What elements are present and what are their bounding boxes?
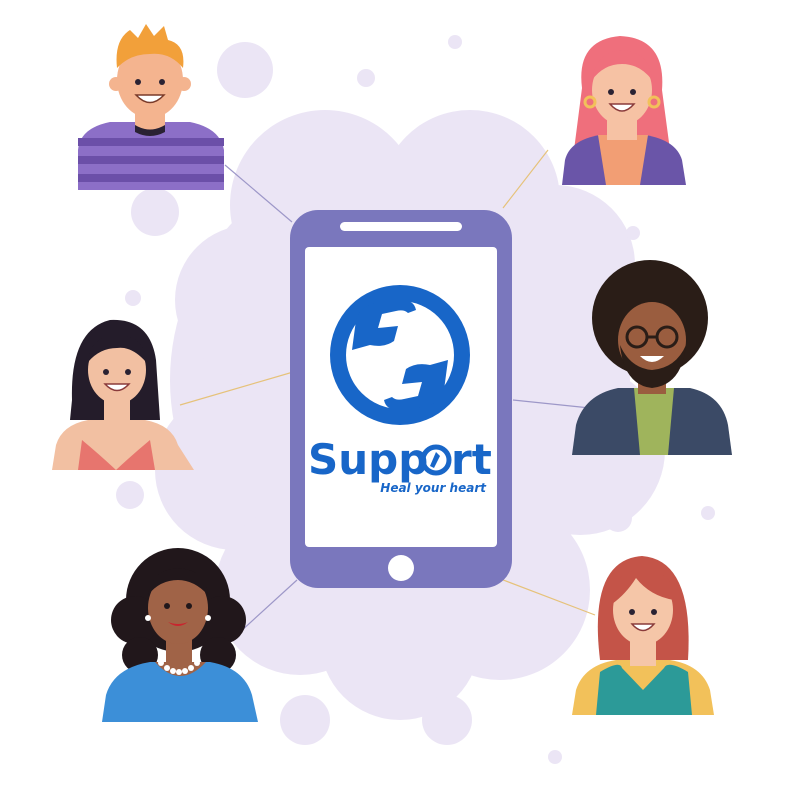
- person-top-left-avatar: [78, 24, 224, 190]
- support-hands-logo-icon: [330, 285, 470, 425]
- phone-speaker-icon: [340, 222, 462, 231]
- brand-name-right: rt: [451, 435, 492, 484]
- support-illustration: Supp rt Heal your heart: [0, 0, 800, 799]
- illustration-canvas: Supp rt Heal your heart: [52, 24, 732, 764]
- person-bottom-right-avatar: [572, 556, 714, 715]
- brand-name-left: Supp: [308, 435, 428, 484]
- person-top-right-avatar: [562, 36, 686, 185]
- phone-home-button-icon[interactable]: [388, 555, 414, 581]
- brand-tagline: Heal your heart: [380, 481, 487, 495]
